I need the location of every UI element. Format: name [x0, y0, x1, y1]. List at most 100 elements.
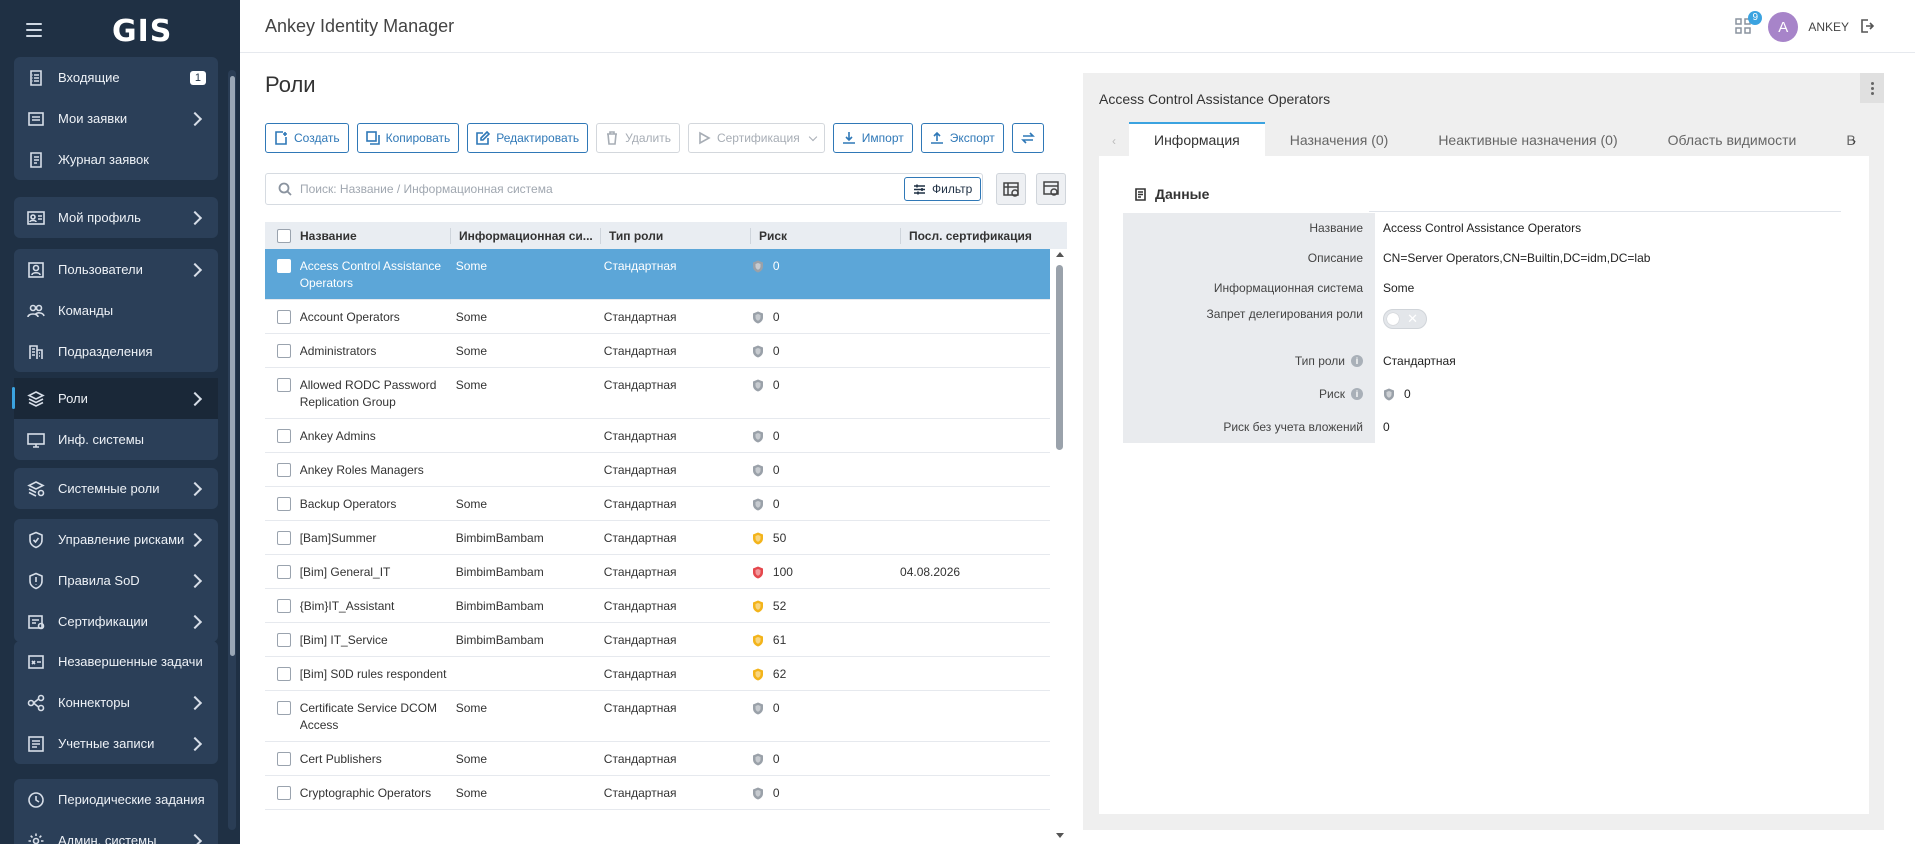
row-checkbox[interactable]	[277, 701, 291, 715]
table-row[interactable]: Certificate Service DCOM Access Some Станд…	[265, 691, 1050, 742]
delegation-toggle[interactable]: ✕	[1383, 309, 1427, 329]
info-icon[interactable]: i	[1351, 388, 1363, 400]
username[interactable]: ANKEY	[1808, 20, 1849, 34]
table-row[interactable]: {Bim}IT_Assistant BimbimBambam Стандартная…	[265, 589, 1050, 623]
column-settings-button[interactable]	[1036, 173, 1066, 205]
row-checkbox[interactable]	[277, 344, 291, 358]
table-row[interactable]: Access Control Assistance Operators Some С…	[265, 249, 1050, 300]
sidebar-item-sod-rules[interactable]: Правила SoD	[14, 560, 218, 601]
sidebar-item-accounts[interactable]: Учетные записи	[14, 723, 218, 764]
sidebar-item-monitor[interactable]: Инф. системы	[14, 419, 218, 460]
sidebar-item-certification[interactable]: Сертификации	[14, 601, 218, 642]
export-button[interactable]: Экспорт	[920, 123, 1004, 153]
column-header-system[interactable]: Информационная си...	[450, 227, 600, 244]
refresh-button[interactable]	[1011, 123, 1044, 153]
create-button[interactable]: Создать	[265, 123, 349, 153]
edit-button[interactable]: Редактировать	[467, 123, 589, 153]
sidebar-item-team[interactable]: Команды	[14, 290, 218, 331]
tab-info[interactable]: Информация	[1129, 122, 1265, 156]
chevron-right-icon[interactable]	[187, 262, 203, 277]
tab-visibility[interactable]: Область видимости	[1643, 132, 1822, 156]
sidebar-item-gear[interactable]: Админ. системы	[14, 820, 218, 844]
risk-indicator: 62	[752, 666, 892, 683]
delete-button[interactable]: Удалить	[596, 123, 680, 153]
row-checkbox[interactable]	[277, 497, 291, 511]
table-row[interactable]: [Bim] IT_Service BimbimBambam Стандартная 6…	[265, 623, 1050, 657]
table-row[interactable]: Cert Publishers Some Стандартная 0	[265, 742, 1050, 776]
select-all-checkbox[interactable]	[277, 228, 291, 243]
row-checkbox[interactable]	[277, 259, 291, 273]
table-row[interactable]: Account Operators Some Стандартная 0	[265, 300, 1050, 334]
sidebar-item-profile-card[interactable]: Мой профиль	[14, 197, 218, 238]
chevron-right-icon[interactable]	[187, 111, 203, 126]
filter-button[interactable]: Фильтр	[904, 177, 982, 201]
row-checkbox[interactable]	[277, 786, 291, 800]
chevron-right-icon[interactable]	[187, 614, 203, 629]
table-settings-button[interactable]	[996, 173, 1026, 205]
scroll-up-icon[interactable]	[1056, 252, 1064, 257]
tabs-prev-icon[interactable]: ‹	[1099, 134, 1129, 156]
table-row[interactable]: Ankey Admins Стандартная 0	[265, 419, 1050, 453]
column-header-type[interactable]: Тип роли	[600, 227, 750, 244]
tab-assignments[interactable]: Назначения (0)	[1265, 132, 1414, 156]
search-input[interactable]	[300, 182, 900, 196]
info-icon[interactable]: i	[1351, 355, 1363, 367]
chevron-right-icon[interactable]	[187, 532, 203, 547]
sidebar-item-roles[interactable]: Роли	[12, 378, 218, 419]
row-checkbox[interactable]	[277, 667, 291, 681]
column-header-risk[interactable]: Риск	[750, 227, 900, 244]
scroll-down-icon[interactable]	[1056, 833, 1064, 838]
row-checkbox[interactable]	[277, 565, 291, 579]
table-row[interactable]: [Bim] S0D rules respondent Стандартная 62	[265, 657, 1050, 691]
sidebar-item-inbox-list[interactable]: Входящие 1	[14, 57, 218, 98]
row-checkbox[interactable]	[277, 633, 291, 647]
field-type-label-wrap: Тип роли i	[1123, 345, 1375, 377]
sidebar-item-shield[interactable]: Управление рисками	[14, 519, 218, 560]
column-header-name[interactable]: Название	[300, 228, 450, 244]
table-row[interactable]: Backup Operators Some Стандартная 0	[265, 487, 1050, 521]
row-checkbox[interactable]	[277, 531, 291, 545]
row-checkbox[interactable]	[277, 378, 291, 392]
import-button[interactable]: Импорт	[832, 123, 913, 153]
sidebar-scrollbar-thumb[interactable]	[230, 76, 235, 656]
more-options-icon[interactable]	[1860, 73, 1884, 103]
sidebar-item-user[interactable]: Пользователи	[14, 249, 218, 290]
chevron-right-icon[interactable]	[187, 833, 203, 844]
table-row[interactable]: Ankey Roles Managers Стандартная 0	[265, 453, 1050, 487]
row-checkbox[interactable]	[277, 310, 291, 324]
row-checkbox[interactable]	[277, 463, 291, 477]
avatar[interactable]: A	[1768, 12, 1799, 42]
certification-dropdown[interactable]: Сертификация	[687, 123, 825, 153]
chevron-right-icon[interactable]	[187, 210, 203, 225]
column-header-last-cert[interactable]: Посл. сертификация	[900, 227, 1060, 244]
table-row[interactable]: [Bam]Summer BimbimBambam Стандартная 50	[265, 521, 1050, 555]
sidebar-item-building[interactable]: Подразделения	[14, 331, 218, 372]
chevron-right-icon[interactable]	[187, 573, 203, 588]
sidebar-item-requests[interactable]: Мои заявки	[14, 98, 218, 139]
table-row[interactable]: [Bim] General_IT BimbimBambam Стандартная 1…	[265, 555, 1050, 589]
cell-type: Стандартная	[603, 701, 677, 715]
table-scrollbar-thumb[interactable]	[1056, 265, 1063, 450]
chevron-right-icon[interactable]	[187, 481, 203, 496]
row-checkbox[interactable]	[277, 599, 291, 613]
copy-button[interactable]: Копировать	[356, 123, 460, 153]
hamburger-menu-icon[interactable]	[26, 23, 42, 37]
row-checkbox[interactable]	[277, 752, 291, 766]
chevron-right-icon[interactable]	[187, 695, 203, 710]
sidebar-item-pending-tasks[interactable]: Незавершенные задачи	[14, 641, 218, 682]
sidebar-item-system-roles[interactable]: Системные роли	[14, 468, 218, 509]
logout-icon[interactable]	[1859, 18, 1875, 37]
sidebar-item-journal[interactable]: Журнал заявок	[14, 139, 218, 180]
sidebar-item-clock[interactable]: Периодические задания	[14, 779, 218, 820]
table-row[interactable]: Administrators Some Стандартная 0	[265, 334, 1050, 368]
tab-inactive-assignments[interactable]: Неактивные назначения (0)	[1413, 132, 1642, 156]
table-row[interactable]: Cryptographic Operators Some Стандартная 0	[265, 776, 1050, 810]
chevron-right-icon[interactable]	[187, 736, 203, 751]
apps-grid-icon[interactable]: 9	[1734, 11, 1763, 37]
table-row[interactable]: Allowed RODC Password Replication Group S…	[265, 368, 1050, 419]
tabs-next-icon[interactable]: ›	[1839, 134, 1869, 156]
table-scrollbar[interactable]	[1053, 249, 1067, 844]
row-checkbox[interactable]	[277, 429, 291, 443]
chevron-right-icon[interactable]	[187, 391, 203, 406]
sidebar-item-connector[interactable]: Коннекторы	[14, 682, 218, 723]
